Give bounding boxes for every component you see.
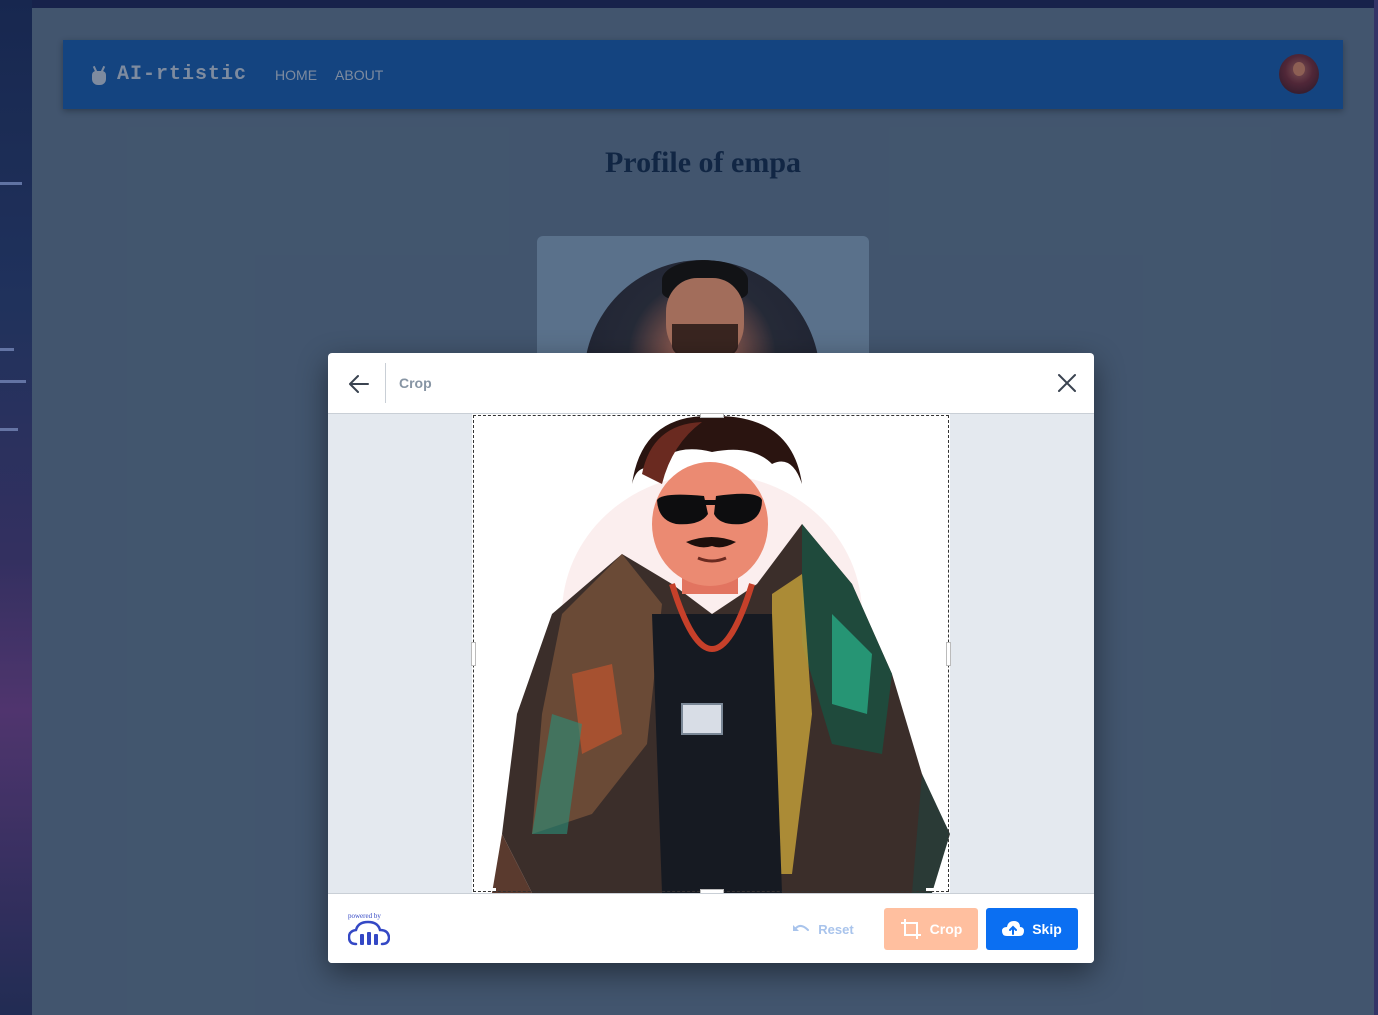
- crop-button[interactable]: Crop: [884, 908, 978, 950]
- crop-icon: [900, 918, 922, 940]
- dialog-title: Crop: [399, 375, 432, 391]
- crop-edge-handle-top[interactable]: [700, 413, 724, 418]
- crop-selection-frame[interactable]: [471, 413, 951, 894]
- crop-dialog: Crop powered by Reset Crop Skip: [328, 353, 1094, 963]
- crop-area: [328, 413, 1094, 894]
- skip-button[interactable]: Skip: [986, 908, 1078, 950]
- crop-corner-handle[interactable]: [474, 416, 496, 438]
- skip-label: Skip: [1032, 921, 1062, 937]
- crop-corner-handle[interactable]: [926, 869, 948, 891]
- crop-edge-handle-right[interactable]: [946, 642, 951, 666]
- dialog-footer: powered by Reset Crop Skip: [328, 893, 1094, 963]
- header-divider: [385, 363, 386, 403]
- crop-corner-handle[interactable]: [926, 416, 948, 438]
- cloudinary-logo[interactable]: powered by: [347, 912, 392, 952]
- powered-by-text: powered by: [348, 912, 381, 920]
- back-arrow-icon[interactable]: [344, 369, 374, 399]
- reset-button[interactable]: Reset: [778, 908, 868, 950]
- crop-label: Crop: [929, 921, 963, 937]
- reset-label: Reset: [818, 921, 854, 937]
- crop-corner-handle[interactable]: [474, 869, 496, 891]
- crop-edge-handle-left[interactable]: [471, 642, 476, 666]
- undo-icon: [792, 922, 810, 936]
- cloud-upload-icon: [1002, 921, 1025, 937]
- dialog-header: Crop: [328, 353, 1094, 414]
- close-icon[interactable]: [1052, 368, 1082, 398]
